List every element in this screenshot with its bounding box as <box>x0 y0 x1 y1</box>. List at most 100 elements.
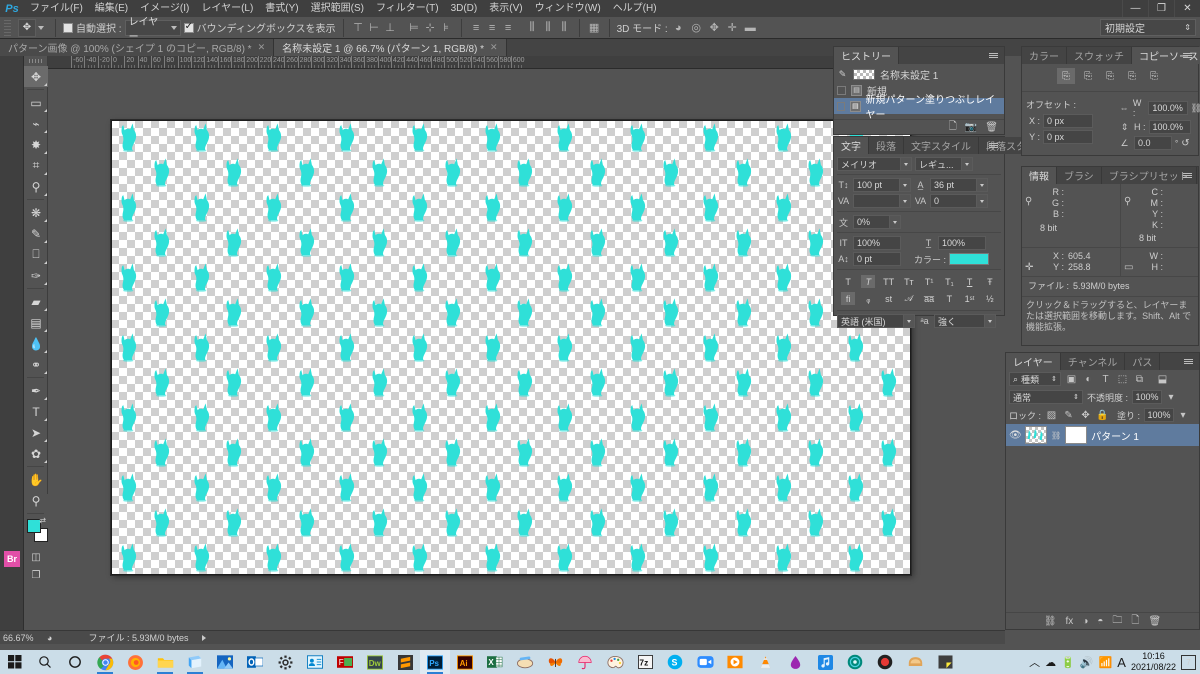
layer-mask-icon[interactable]: ◑ <box>1082 616 1088 627</box>
distribute-left-icon[interactable]: ⫼ <box>525 20 540 35</box>
layer-filter-type-dropdown[interactable]: ⌕ 種類 ⇕ <box>1009 372 1061 386</box>
tool-submenu-arrow-icon[interactable] <box>44 193 47 196</box>
firefox-icon[interactable] <box>120 650 150 674</box>
align-horizontal-centers-icon[interactable]: ⊹ <box>423 20 438 35</box>
custom-shape-tool[interactable]: ✿ <box>24 443 48 464</box>
filter-smart-object-icon[interactable]: ⧉ <box>1133 374 1146 385</box>
eraser-tool[interactable]: ▰ <box>24 291 48 312</box>
tool-submenu-arrow-icon[interactable] <box>44 397 47 400</box>
menu-edit[interactable]: 編集(E) <box>89 0 134 17</box>
offset-x-field[interactable]: 0 px <box>1043 114 1093 128</box>
tab-paths[interactable]: パス <box>1125 353 1160 370</box>
media-player-icon[interactable] <box>720 650 750 674</box>
faux-bold-button[interactable]: T <box>841 275 855 288</box>
disc-icon[interactable] <box>840 650 870 674</box>
screen-mode-button[interactable]: ❐ <box>24 566 48 584</box>
titling-alternates-button[interactable]: T <box>942 292 956 305</box>
auto-align-layers-icon[interactable]: ▦ <box>587 20 602 35</box>
show-hidden-icons-icon[interactable]: ︿ <box>1029 654 1040 670</box>
tool-submenu-arrow-icon[interactable] <box>44 240 47 243</box>
subscript-button[interactable]: T₁ <box>942 275 956 288</box>
opacity-field[interactable]: 100% <box>1132 390 1162 404</box>
menu-file[interactable]: ファイル(F) <box>24 0 89 17</box>
illustrator-icon[interactable]: Ai <box>450 650 480 674</box>
history-brush-toggle[interactable] <box>837 102 845 111</box>
rectangular-marquee-tool[interactable]: ▭ <box>24 92 48 113</box>
chevron-down-icon[interactable] <box>903 315 914 327</box>
menu-help[interactable]: ヘルプ(H) <box>607 0 663 17</box>
text-color-swatch[interactable] <box>949 253 989 265</box>
auto-select-scope-dropdown[interactable]: レイヤー <box>125 20 181 36</box>
horizontal-scale-field[interactable]: 100% <box>938 236 986 250</box>
tab-brush[interactable]: ブラシ <box>1057 167 1102 184</box>
tool-submenu-arrow-icon[interactable] <box>44 130 47 133</box>
offset-y-field[interactable]: 0 px <box>1043 130 1093 144</box>
dodge-tool[interactable]: ⚭ <box>24 354 48 375</box>
brush-tool[interactable]: ✎ <box>24 223 48 244</box>
link-icon[interactable]: ⛓ <box>1191 103 1200 114</box>
dreamweaver-icon[interactable]: Dw <box>360 650 390 674</box>
swash-button[interactable]: 𝒜 <box>902 292 916 305</box>
workspace-preset-dropdown[interactable]: 初期設定 ⇕ <box>1100 19 1196 36</box>
tool-submenu-arrow-icon[interactable] <box>44 83 47 86</box>
history-state-row[interactable]: ▤新規パターン塗りつぶしレイヤー <box>834 98 1004 114</box>
history-brush-tool[interactable]: ✑ <box>24 265 48 286</box>
history-brush-toggle[interactable] <box>837 86 846 95</box>
layer-style-icon[interactable]: fx <box>1066 616 1074 627</box>
contextual-alternates-button[interactable]: ᵩ <box>861 292 875 305</box>
gradient-tool[interactable]: ▤ <box>24 312 48 333</box>
align-bottom-edges-icon[interactable]: ⊥ <box>383 20 398 35</box>
tab-history[interactable]: ヒストリー <box>834 47 899 64</box>
3d-pan-icon[interactable]: ✥ <box>707 20 722 35</box>
path-selection-tool[interactable]: ➤ <box>24 422 48 443</box>
7zip-icon[interactable]: 7z <box>630 650 660 674</box>
font-size-field[interactable]: 100 pt <box>853 178 911 192</box>
photos-icon[interactable] <box>210 650 240 674</box>
horizontal-type-tool[interactable]: T <box>24 401 48 422</box>
tab-layers[interactable]: レイヤー <box>1006 353 1061 370</box>
start-button[interactable] <box>0 650 30 674</box>
panel-menu-icon[interactable] <box>1183 50 1195 61</box>
blur-tool[interactable]: 💧 <box>24 333 48 354</box>
menu-filter[interactable]: フィルター(T) <box>370 0 445 17</box>
create-document-from-state-icon[interactable]: 🗋 <box>949 119 957 136</box>
vlc-icon[interactable] <box>750 650 780 674</box>
standard-ligatures-button[interactable]: fi <box>841 292 855 305</box>
menu-type[interactable]: 書式(Y) <box>259 0 304 17</box>
history-snapshot-row[interactable]: ✎ 名称未設定 1 <box>834 66 1004 82</box>
fill-field[interactable]: 100% <box>1144 408 1174 422</box>
distribute-top-icon[interactable]: ≡ <box>469 20 484 35</box>
eyedropper-tool[interactable]: ⚲ <box>24 176 48 197</box>
chevron-down-icon[interactable] <box>961 158 972 170</box>
search-button[interactable] <box>30 650 60 674</box>
spot-healing-brush-tool[interactable]: ❋ <box>24 202 48 223</box>
kerning-field[interactable] <box>853 194 911 208</box>
menu-layer[interactable]: レイヤー(L) <box>195 0 259 17</box>
auto-select-checkbox[interactable] <box>63 23 73 33</box>
copy-source-1-button[interactable]: ⎘ <box>1057 68 1075 84</box>
tool-submenu-arrow-icon[interactable] <box>44 418 47 421</box>
baseline-shift-field[interactable]: 0 pt <box>853 252 901 266</box>
layer-mask-link-icon[interactable]: ⛓ <box>1051 431 1061 440</box>
tool-submenu-arrow-icon[interactable] <box>44 151 47 154</box>
filezilla-icon[interactable]: F <box>330 650 360 674</box>
network-icon[interactable]: 📶 <box>1099 656 1113 669</box>
filter-shape-icon[interactable]: ⬚ <box>1116 374 1129 385</box>
faux-italic-button[interactable]: T <box>861 275 875 288</box>
menu-3d[interactable]: 3D(D) <box>445 0 484 17</box>
tool-submenu-arrow-icon[interactable] <box>44 109 47 112</box>
oldstyle-button[interactable]: a̅a̅ <box>922 292 936 305</box>
lock-image-pixels-icon[interactable]: ✎ <box>1062 410 1075 421</box>
quick-selection-tool[interactable]: ✸ <box>24 134 48 155</box>
angle-field[interactable]: 0.0 <box>1134 136 1172 150</box>
layer-visibility-icon[interactable]: 👁 <box>1009 430 1021 441</box>
copy-source-5-button[interactable]: ⎘ <box>1145 68 1163 84</box>
filter-toggle-icon[interactable]: ⬓ <box>1156 374 1169 385</box>
adjustment-layer-icon[interactable]: ◓ <box>1097 616 1103 627</box>
clone-stamp-tool[interactable]: ⎕ <box>24 244 48 265</box>
filter-type-icon[interactable]: T <box>1099 374 1112 385</box>
chevron-down-icon[interactable] <box>976 179 987 191</box>
lock-position-icon[interactable]: ✥ <box>1079 410 1092 421</box>
lasso-tool[interactable]: ⌁ <box>24 113 48 134</box>
width-field[interactable]: 100.0% <box>1148 101 1187 115</box>
